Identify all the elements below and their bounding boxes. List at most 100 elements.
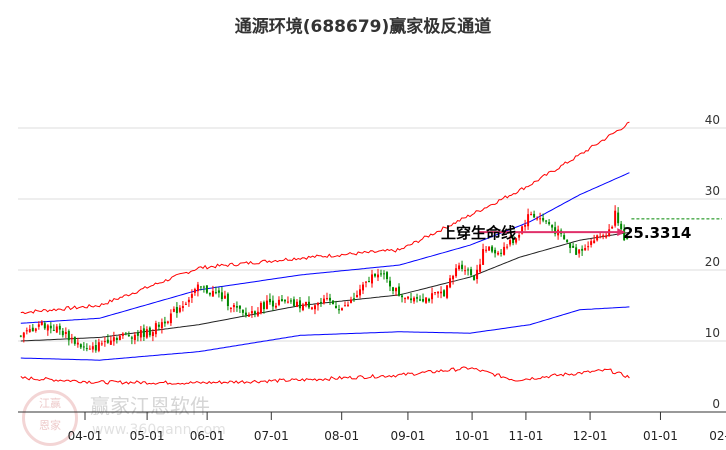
candle xyxy=(491,246,494,252)
candle xyxy=(569,243,572,248)
candle xyxy=(500,252,503,254)
candle xyxy=(620,223,623,230)
candle xyxy=(461,264,464,269)
x-tick-label: 01-01 xyxy=(643,429,678,443)
candle xyxy=(401,295,404,298)
candle xyxy=(103,341,106,343)
candle xyxy=(316,303,319,306)
candle xyxy=(605,235,608,238)
series-line-mid xyxy=(20,231,630,342)
candle xyxy=(244,312,247,315)
candle xyxy=(581,248,584,251)
candle xyxy=(97,342,100,351)
candle xyxy=(181,306,184,309)
candle xyxy=(533,213,536,218)
candle xyxy=(148,327,151,336)
candle xyxy=(88,348,91,350)
candle xyxy=(331,300,334,304)
candle xyxy=(548,222,551,225)
candle xyxy=(322,298,325,304)
candle xyxy=(31,327,34,332)
y-tick-label: 40 xyxy=(705,113,720,127)
candle xyxy=(232,305,235,308)
candle xyxy=(229,307,232,309)
x-tick-label: 12-01 xyxy=(573,429,608,443)
candle xyxy=(407,296,410,299)
candle xyxy=(220,292,223,300)
candle xyxy=(485,249,488,251)
candle xyxy=(449,278,452,288)
annotation-label: 上穿生命线 xyxy=(441,224,516,242)
candle xyxy=(563,235,566,240)
candle xyxy=(253,311,256,314)
candle xyxy=(199,286,202,288)
candle xyxy=(136,332,139,336)
candle xyxy=(247,314,250,317)
candle xyxy=(325,298,328,300)
candle xyxy=(139,329,142,338)
candle xyxy=(494,249,497,254)
candle xyxy=(274,305,277,308)
candle xyxy=(602,235,605,237)
candle xyxy=(337,309,340,311)
candle xyxy=(46,325,49,331)
x-tick-label: 10-01 xyxy=(455,429,490,443)
candle xyxy=(566,239,569,243)
candle xyxy=(398,286,401,296)
candle xyxy=(259,302,262,314)
candle xyxy=(106,339,109,343)
candle xyxy=(358,289,361,296)
candle xyxy=(214,292,217,294)
candle xyxy=(163,321,166,324)
candle xyxy=(211,290,214,297)
candle xyxy=(292,299,295,306)
candle xyxy=(419,299,422,301)
candle xyxy=(365,281,368,283)
candle xyxy=(283,299,286,302)
candle xyxy=(193,289,196,293)
candle xyxy=(455,268,458,277)
candle xyxy=(133,334,136,341)
candle xyxy=(551,225,554,228)
candle xyxy=(172,308,175,312)
candle xyxy=(319,301,322,303)
candle xyxy=(343,305,346,307)
series-line-lower-red xyxy=(20,366,630,385)
candle xyxy=(479,264,482,272)
candle xyxy=(464,270,467,272)
candle xyxy=(109,340,112,345)
candle xyxy=(617,212,620,224)
candle xyxy=(280,299,283,302)
candle xyxy=(443,290,446,297)
candle xyxy=(52,329,55,331)
candle xyxy=(313,305,316,310)
candle xyxy=(593,240,596,244)
y-tick-label: 30 xyxy=(705,184,720,198)
candle xyxy=(28,329,31,332)
candle xyxy=(304,301,307,306)
candle xyxy=(190,294,193,298)
candle xyxy=(340,308,343,310)
candle xyxy=(578,249,581,254)
candle xyxy=(425,297,428,303)
candle xyxy=(22,332,25,338)
candle xyxy=(118,335,121,341)
candle xyxy=(217,290,220,293)
candle xyxy=(503,246,506,255)
x-tick-label: 04-01 xyxy=(68,429,103,443)
candle xyxy=(389,280,392,287)
candle xyxy=(539,218,542,220)
candle xyxy=(446,285,449,298)
candle xyxy=(175,307,178,314)
candle xyxy=(334,305,337,308)
candle xyxy=(58,325,61,330)
annotation-value: 25.3314 xyxy=(623,224,691,242)
candle xyxy=(25,330,28,332)
candle xyxy=(37,324,40,327)
candle xyxy=(473,275,476,281)
candle xyxy=(196,284,199,292)
candle xyxy=(67,330,70,341)
candle xyxy=(178,307,181,312)
candle xyxy=(256,311,259,316)
candle xyxy=(226,293,229,307)
